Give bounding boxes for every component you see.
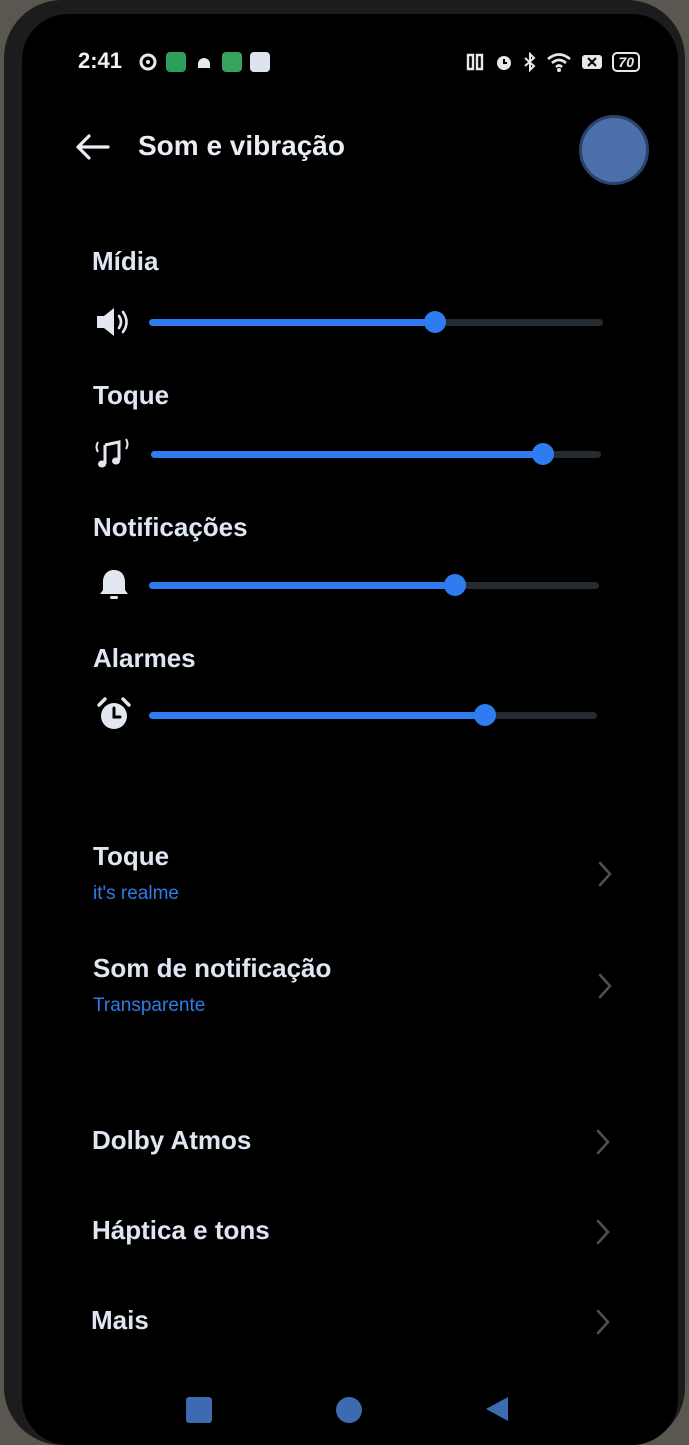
alarm-clock-icon [97, 697, 131, 729]
notification-sound-row[interactable]: Som de notificação Transparente [82, 936, 642, 1036]
sim-notification-icon [222, 52, 242, 72]
message-notification-icon [250, 52, 270, 72]
chevron-right-icon [596, 1129, 610, 1155]
media-volume-label: Mídia [92, 246, 159, 276]
alarm-status-icon [497, 56, 512, 70]
ringtone-volume-slider[interactable] [151, 443, 601, 465]
recents-button[interactable] [186, 1397, 212, 1423]
nav-back-button[interactable] [482, 1394, 512, 1424]
ringtone-volume-label: Toque [93, 380, 170, 410]
dolby-atmos-row[interactable]: Dolby Atmos [82, 1108, 642, 1178]
phone-screen: 2:41 70 Som e vibração Mídia Toque Notif… [22, 14, 678, 1445]
notification-volume-thumb[interactable] [444, 574, 466, 596]
media-volume-thumb[interactable] [424, 311, 447, 333]
ringtone-setting-value: it's realme [93, 883, 179, 904]
page-title: Som e vibração [138, 130, 345, 161]
gear-icon [139, 53, 157, 71]
system-status-icons: 70 [465, 52, 640, 72]
notification-sound-value: Transparente [93, 995, 206, 1016]
nfc-icon [467, 53, 484, 71]
media-volume-fill [149, 319, 436, 326]
ringtone-volume-thumb[interactable] [531, 443, 554, 465]
alarm-volume-fill [149, 712, 485, 719]
ringtone-volume-fill [151, 451, 543, 458]
chevron-right-icon [598, 861, 612, 887]
notification-volume-slider[interactable] [149, 574, 599, 596]
bell-icon [100, 570, 128, 599]
alarm-volume-slider[interactable] [149, 704, 597, 726]
status-time: 2:41 [78, 48, 123, 73]
alarm-volume-label: Alarmes [93, 643, 196, 673]
notification-icons [138, 52, 270, 72]
avatar[interactable] [579, 115, 649, 185]
battery-indicator: 70 [612, 52, 640, 72]
chevron-right-icon [598, 973, 612, 999]
android-icon [198, 58, 210, 68]
speaker-icon [97, 308, 128, 336]
more-title: Mais [91, 1305, 149, 1335]
wifi-icon [547, 53, 572, 72]
home-button[interactable] [336, 1397, 362, 1423]
app-notification-icon [166, 52, 186, 72]
ringtone-setting-title: Toque [93, 841, 170, 871]
more-row[interactable]: Mais [82, 1288, 642, 1358]
chevron-right-icon [596, 1219, 610, 1245]
haptics-title: Háptica e tons [92, 1215, 270, 1245]
haptics-row[interactable]: Háptica e tons [82, 1198, 642, 1268]
ringtone-setting-row[interactable]: Toque it's realme [82, 824, 642, 924]
media-volume-slider[interactable] [149, 311, 603, 333]
notification-volume-fill [149, 582, 455, 589]
dolby-atmos-title: Dolby Atmos [92, 1125, 252, 1155]
mobile-data-off-icon [582, 55, 603, 69]
notification-sound-title: Som de notificação [93, 953, 332, 983]
bluetooth-icon [524, 52, 536, 72]
notification-volume-label: Notificações [93, 512, 248, 542]
back-arrow-icon[interactable] [74, 132, 110, 162]
ringtone-icon [95, 438, 129, 468]
alarm-volume-thumb[interactable] [474, 704, 496, 726]
chevron-right-icon [596, 1309, 610, 1335]
